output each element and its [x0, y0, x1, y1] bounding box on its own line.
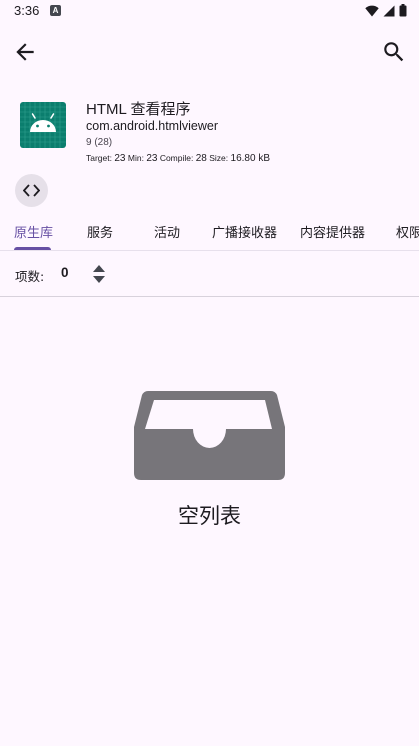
tab-permissions[interactable]: 权限 — [396, 222, 419, 241]
tab-native-libraries[interactable]: 原生库 — [14, 222, 53, 241]
sort-icon — [93, 265, 105, 283]
count-value: 0 — [61, 265, 69, 280]
app-bar — [0, 24, 419, 80]
status-icons — [365, 4, 407, 17]
tab-broadcast-receivers[interactable]: 广播接收器 — [212, 222, 277, 241]
list-divider — [0, 296, 419, 297]
search-button[interactable] — [381, 39, 407, 65]
status-bar: 3:36 A — [0, 0, 419, 24]
min-value: 23 — [146, 153, 158, 164]
wifi-icon — [365, 5, 379, 16]
app-version: 9 (28) — [86, 137, 113, 148]
list-count-row: 项数: 0 — [0, 258, 419, 290]
target-value: 23 — [114, 153, 126, 164]
size-value: 16.80 kB — [230, 153, 270, 164]
tab-activities[interactable]: 活动 — [154, 222, 180, 241]
gesture-area — [0, 740, 419, 746]
code-icon — [23, 184, 40, 197]
arrow-back-icon — [16, 43, 34, 61]
app-name: HTML 查看程序 — [86, 101, 191, 118]
signal-icon — [383, 5, 395, 16]
empty-list-illustration — [134, 391, 285, 480]
count-label: 项数: — [15, 269, 45, 284]
size-label: Size: — [209, 153, 229, 163]
tab-services[interactable]: 服务 — [87, 222, 113, 241]
compile-value: 28 — [195, 153, 207, 164]
app-header: HTML 查看程序 com.android.htmlviewer 9 (28) … — [0, 95, 419, 171]
battery-icon — [399, 4, 407, 17]
sdk-info: Target: 23 Min: 23 Compile: 28 Size: 16.… — [86, 153, 270, 164]
inbox-icon — [134, 391, 285, 480]
package-name: com.android.htmlviewer — [86, 119, 218, 133]
status-time: 3:36 — [14, 3, 40, 18]
search-icon — [384, 42, 404, 62]
tab-divider — [0, 250, 419, 251]
notification-icon: A — [50, 5, 61, 16]
compile-label: Compile: — [159, 153, 194, 163]
target-label: Target: — [86, 153, 112, 163]
android-icon — [20, 102, 66, 148]
back-button[interactable] — [12, 39, 38, 65]
tab-bar: 原生库 服务 活动 广播接收器 内容提供器 权限 — [0, 212, 419, 250]
tab-content-providers[interactable]: 内容提供器 — [300, 222, 365, 241]
sort-button[interactable] — [91, 263, 107, 285]
code-button[interactable] — [15, 174, 48, 207]
min-label: Min: — [127, 153, 144, 163]
empty-list-text: 空列表 — [178, 504, 241, 528]
app-icon — [20, 102, 66, 148]
